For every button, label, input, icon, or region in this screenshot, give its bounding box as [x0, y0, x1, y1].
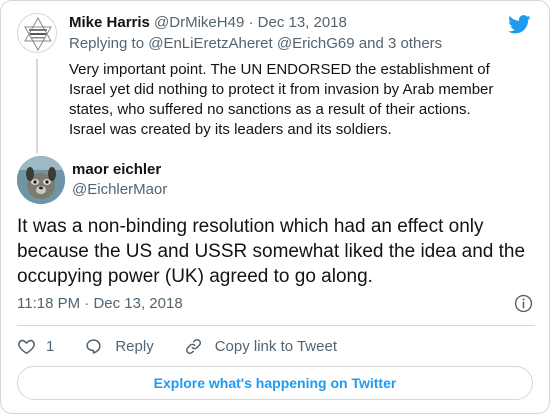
- thread-connector-line: [36, 59, 38, 153]
- copy-link-label: Copy link to Tweet: [214, 337, 337, 355]
- main-tweet-header: maor eichler @EichlerMaor: [17, 156, 517, 204]
- main-author-name[interactable]: maor eichler: [72, 160, 167, 180]
- parent-avatar[interactable]: [17, 13, 57, 53]
- actions-divider: [17, 325, 535, 326]
- tweet-actions: 1 Reply Copy link to Tweet: [17, 335, 367, 357]
- heart-icon: [18, 339, 35, 354]
- explore-twitter-button[interactable]: Explore what's happening on Twitter: [17, 366, 533, 400]
- reply-label: Reply: [115, 337, 154, 355]
- like-button[interactable]: 1: [17, 337, 54, 356]
- embedded-tweet-card: Mike Harris @DrMikeH49 · Dec 13, 2018 Re…: [0, 0, 550, 414]
- replying-to-prefix: Replying to: [69, 35, 145, 52]
- replying-to-others[interactable]: and 3 others: [359, 35, 442, 52]
- parent-tweet[interactable]: Mike Harris @DrMikeH49 · Dec 13, 2018 Re…: [17, 13, 535, 155]
- parent-tweet-body: Mike Harris @DrMikeH49 · Dec 13, 2018 Re…: [69, 13, 529, 140]
- tweet-time[interactable]: 11:18 PM: [17, 295, 80, 312]
- replying-to-line: Replying to @EnLiEretzAheret @ErichG69 a…: [69, 34, 529, 54]
- star-of-david-icon: [24, 16, 52, 52]
- main-tweet-text: It was a non-binding resolution which ha…: [17, 216, 526, 287]
- replying-to-handles[interactable]: @EnLiEretzAheret @ErichG69: [148, 35, 354, 52]
- tweet-meta-separator: ·: [84, 295, 90, 312]
- tweet-timestamp-row: 11:18 PM · Dec 13, 2018: [17, 293, 535, 315]
- parent-author-handle[interactable]: @DrMikeH49: [154, 14, 244, 31]
- info-icon[interactable]: [514, 294, 533, 313]
- link-icon: [185, 338, 201, 354]
- tweet-date[interactable]: Dec 13, 2018: [93, 295, 182, 312]
- parent-tweet-header: Mike Harris @DrMikeH49 · Dec 13, 2018: [69, 13, 529, 33]
- main-author-handle[interactable]: @EichlerMaor: [72, 180, 167, 200]
- reply-button[interactable]: Reply: [84, 337, 154, 356]
- like-count: 1: [46, 337, 55, 355]
- reply-bubble-icon: [86, 338, 101, 354]
- parent-date-link[interactable]: Dec 13, 2018: [258, 14, 347, 31]
- main-author-block: maor eichler @EichlerMaor: [72, 160, 167, 200]
- parent-author-name[interactable]: Mike Harris: [69, 14, 150, 31]
- parent-separator: ·: [248, 14, 254, 31]
- dog-photo-icon: [17, 156, 65, 204]
- main-avatar[interactable]: [17, 156, 65, 204]
- parent-tweet-text: Very important point. The UN ENDORSED th…: [69, 61, 494, 138]
- copy-link-button[interactable]: Copy link to Tweet: [184, 337, 337, 356]
